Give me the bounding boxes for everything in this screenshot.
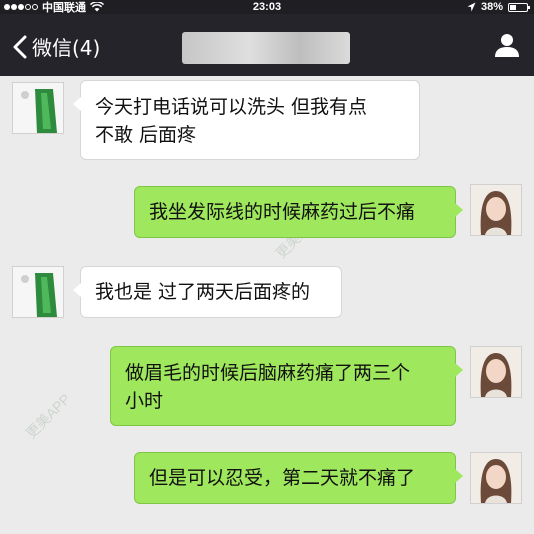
message-text: 但是可以忍受，第二天就不痛了 (149, 467, 416, 489)
battery-fill (510, 4, 517, 10)
chevron-left-icon (13, 35, 27, 58)
back-button[interactable]: 微信(4) (12, 32, 100, 61)
message-text: 今天打电话说可以洗头 但我有点 (95, 96, 368, 118)
message-bubble[interactable]: 今天打电话说可以洗头 但我有点 不敢 后面疼 (73, 80, 420, 160)
battery-icon (508, 2, 530, 12)
battery-percent: 38% (480, 1, 503, 13)
avatar-image (13, 83, 63, 133)
contact-avatar[interactable] (12, 266, 64, 318)
message-text: 我坐发际线的时候麻药过后不痛 (149, 201, 416, 223)
message-bubble[interactable]: 做眉毛的时候后脑麻药痛了两三个 小时 (110, 346, 463, 426)
avatar-image (471, 185, 521, 235)
message-text: 做眉毛的时候后脑麻药痛了两三个 (125, 362, 411, 384)
status-bar: 中国联通 23:03 38% (0, 0, 534, 14)
avatar-image (471, 453, 521, 503)
message-bubble[interactable]: 我也是 过了两天后面疼的 (73, 266, 342, 318)
my-avatar[interactable] (470, 346, 522, 398)
message-text: 我也是 过了两天后面疼的 (95, 281, 311, 303)
my-avatar[interactable] (470, 184, 522, 236)
message-bubble[interactable]: 我坐发际线的时候麻药过后不痛 (134, 186, 463, 238)
nav-bar: 微信(4) (0, 14, 534, 76)
chat-area: 更美APP 更美APP 更美APP 今天打电话说可以洗头 但我有点 不敢 后面疼… (0, 76, 534, 534)
redacted-contact-name (182, 32, 350, 64)
status-time: 23:03 (252, 1, 282, 13)
message-text: 不敢 后面疼 (95, 124, 197, 146)
message-text: 小时 (125, 390, 164, 412)
avatar-image (471, 347, 521, 397)
person-icon[interactable] (494, 32, 520, 58)
back-label: 微信(4) (32, 36, 101, 60)
watermark: 更美APP (22, 390, 74, 442)
location-arrow-icon (467, 2, 476, 12)
status-right: 38% (467, 0, 530, 14)
contact-avatar[interactable] (12, 82, 64, 134)
my-avatar[interactable] (470, 452, 522, 504)
message-bubble[interactable]: 但是可以忍受，第二天就不痛了 (134, 452, 463, 504)
avatar-image (13, 267, 63, 317)
